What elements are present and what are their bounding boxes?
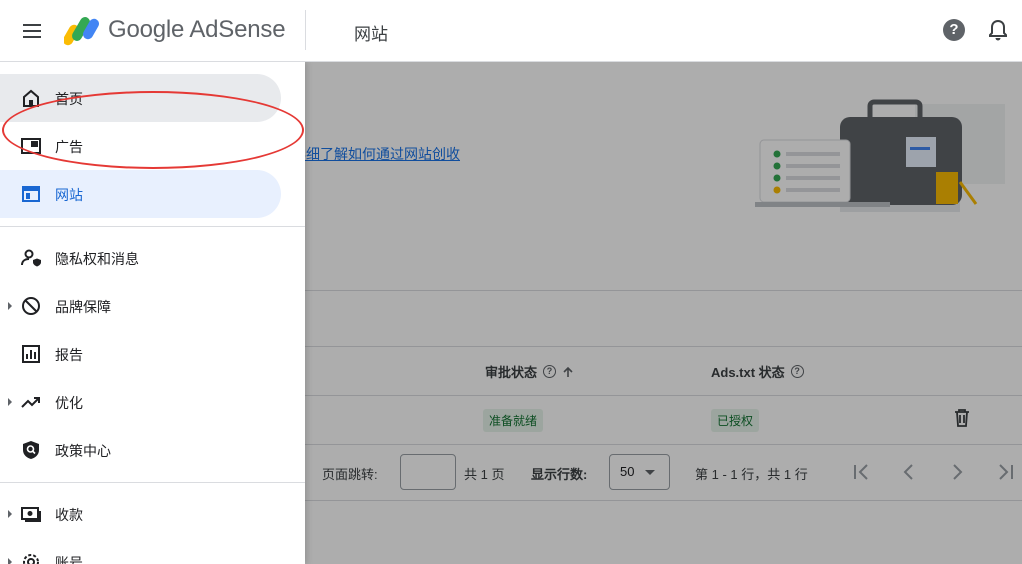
sidebar-item-payments[interactable]: 收款 <box>0 490 281 538</box>
sidebar-item-label: 收款 <box>55 507 83 523</box>
sidebar-item-reports[interactable]: 报告 <box>0 330 281 378</box>
trending-up-icon <box>21 397 40 408</box>
drawer-divider <box>0 482 305 483</box>
policy-shield-icon <box>23 441 39 459</box>
hamburger-menu-icon[interactable] <box>18 18 46 44</box>
sidebar-item-optimization[interactable]: 优化 <box>0 378 281 426</box>
sidebar-item-label: 优化 <box>55 395 83 411</box>
sidebar-item-label: 账号 <box>55 555 83 564</box>
sidebar-item-policy-center[interactable]: 政策中心 <box>0 426 281 474</box>
highlight-annotation-oval <box>2 91 304 169</box>
block-icon <box>22 297 40 315</box>
drawer-divider <box>0 226 305 227</box>
sidebar-item-account[interactable]: 账号 <box>0 538 281 564</box>
expand-arrow-icon[interactable] <box>8 302 12 310</box>
expand-arrow-icon[interactable] <box>8 558 12 564</box>
sidebar-item-label: 网站 <box>55 187 83 203</box>
adsense-logo-icon <box>64 17 99 46</box>
sites-icon <box>22 186 40 202</box>
sidebar-item-privacy[interactable]: 隐私权和消息 <box>0 234 281 282</box>
brand-name: Google AdSense <box>108 16 286 43</box>
sidebar-item-label: 品牌保障 <box>55 299 111 315</box>
page-title: 网站 <box>354 25 388 44</box>
help-icon[interactable]: ? <box>943 19 965 41</box>
sidebar-item-sites[interactable]: 网站 <box>0 170 281 218</box>
sidebar-item-label: 报告 <box>55 347 83 363</box>
payments-icon <box>21 507 41 522</box>
expand-arrow-icon[interactable] <box>8 510 12 518</box>
top-app-bar: Google AdSense 网站 ? <box>0 0 1022 62</box>
reports-icon <box>22 345 40 363</box>
privacy-icon <box>21 249 41 267</box>
expand-arrow-icon[interactable] <box>8 398 12 406</box>
settings-icon <box>23 554 39 564</box>
sidebar-item-label: 隐私权和消息 <box>55 251 139 267</box>
notifications-bell-icon[interactable] <box>987 18 1009 42</box>
sidebar-item-brand-safety[interactable]: 品牌保障 <box>0 282 281 330</box>
sidebar-item-label: 政策中心 <box>55 443 111 459</box>
header-divider <box>305 10 306 50</box>
